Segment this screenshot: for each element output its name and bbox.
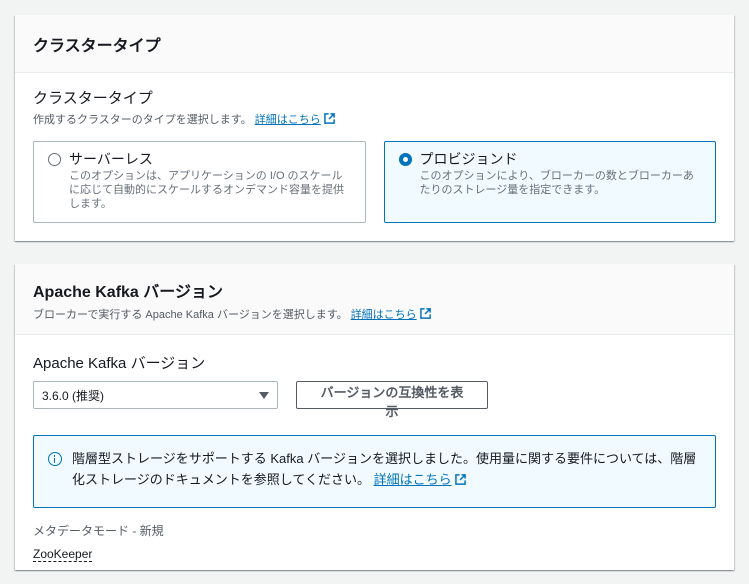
- kafka-version-panel-title: Apache Kafka バージョン: [33, 284, 223, 301]
- cluster-type-panel-header: クラスタータイプ: [15, 15, 734, 73]
- provisioned-option-content: プロビジョンド このオプションにより、ブローカーの数とブローカーあたりのストレー…: [420, 150, 702, 212]
- external-link-icon: [454, 474, 466, 485]
- serverless-option-title: サーバーレス: [69, 151, 153, 167]
- view-compatibility-button[interactable]: バージョンの互換性を表示: [296, 381, 488, 419]
- kafka-version-panel-header: Apache Kafka バージョン ブローカーで実行する Apache Kaf…: [15, 264, 734, 335]
- caret-down-icon: [259, 391, 269, 399]
- kafka-version-select[interactable]: 3.6.0 (推奨): [33, 381, 278, 409]
- provisioned-radio[interactable]: [398, 153, 412, 166]
- kafka-version-description-text: ブローカーで実行する Apache Kafka バージョンを選択します。: [33, 309, 348, 321]
- cluster-type-description-text: 作成するクラスターのタイプを選択します。: [33, 114, 252, 126]
- serverless-radio[interactable]: [48, 153, 61, 166]
- metadata-mode-value[interactable]: ZooKeeper: [33, 547, 93, 562]
- metadata-mode-label: メタデータモード - 新規: [33, 524, 164, 538]
- provisioned-option-description: このオプションにより、ブローカーの数とブローカーあたりのストレージ量を指定できま…: [419, 170, 694, 196]
- kafka-version-field-label: Apache Kafka バージョン: [33, 355, 206, 372]
- external-link-icon: [419, 308, 431, 319]
- info-icon: [48, 452, 62, 466]
- cluster-type-description: 作成するクラスターのタイプを選択します。 詳細はこちら: [33, 111, 716, 127]
- serverless-option-description: このオプションは、アプリケーションの I/O のスケールに応じて自動的にスケール…: [69, 170, 344, 210]
- cluster-type-field-label: クラスタータイプ: [33, 90, 153, 107]
- serverless-option-content: サーバーレス このオプションは、アプリケーションの I/O のスケールに応じて自…: [69, 150, 351, 212]
- info-alert-content: 階層型ストレージをサポートする Kafka バージョンを選択しました。使用量に関…: [72, 448, 701, 497]
- kafka-version-select-value: 3.6.0 (推奨): [42, 388, 105, 403]
- cluster-type-info-link-label: 詳細はこちら: [254, 114, 321, 126]
- serverless-option-tile[interactable]: サーバーレス このオプションは、アプリケーションの I/O のスケールに応じて自…: [33, 141, 366, 223]
- kafka-version-info-link[interactable]: 詳細はこちら: [350, 308, 431, 321]
- external-link-icon: [323, 113, 335, 124]
- kafka-version-panel: Apache Kafka バージョン ブローカーで実行する Apache Kaf…: [15, 264, 734, 570]
- cluster-type-panel: クラスタータイプ クラスタータイプ 作成するクラスターのタイプを選択します。 詳…: [15, 15, 734, 241]
- cluster-type-info-link[interactable]: 詳細はこちら: [254, 113, 335, 126]
- cluster-type-panel-title: クラスタータイプ: [33, 37, 161, 55]
- kafka-version-controls: 3.6.0 (推奨) バージョンの互換性を表示: [33, 381, 716, 419]
- info-alert-link-label: 詳細はこちら: [373, 472, 452, 487]
- info-alert-link[interactable]: 詳細はこちら: [374, 472, 466, 487]
- tiered-storage-info-alert: 階層型ストレージをサポートする Kafka バージョンを選択しました。使用量に関…: [33, 435, 716, 508]
- provisioned-option-title: プロビジョンド: [419, 151, 518, 167]
- cluster-type-tiles: サーバーレス このオプションは、アプリケーションの I/O のスケールに応じて自…: [33, 141, 716, 223]
- cluster-type-panel-body: クラスタータイプ 作成するクラスターのタイプを選択します。 詳細はこちら サーバ…: [15, 73, 734, 237]
- kafka-version-info-link-label: 詳細はこちら: [350, 309, 417, 321]
- kafka-version-panel-body: Apache Kafka バージョン 3.6.0 (推奨) バージョンの互換性を…: [15, 335, 734, 580]
- kafka-version-description: ブローカーで実行する Apache Kafka バージョンを選択します。 詳細は…: [33, 306, 716, 322]
- provisioned-option-tile[interactable]: プロビジョンド このオプションにより、ブローカーの数とブローカーあたりのストレー…: [383, 141, 716, 223]
